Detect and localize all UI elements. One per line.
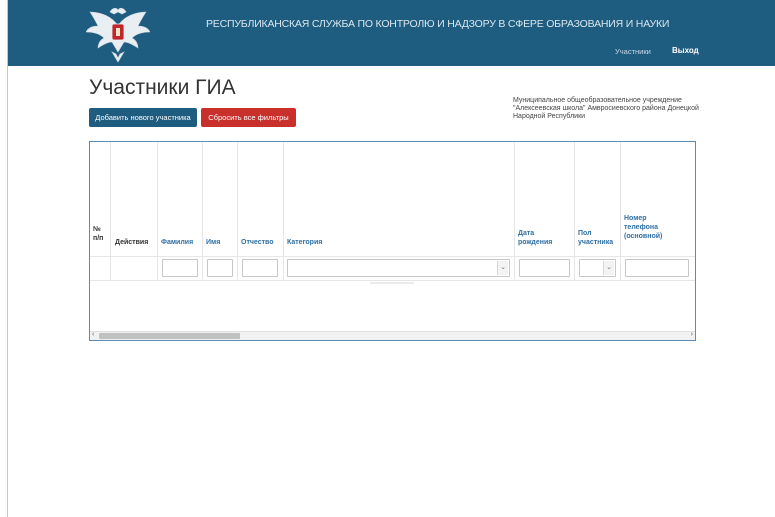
chevron-right-icon[interactable]: › (691, 331, 693, 338)
column-divider (283, 142, 284, 281)
column-divider (620, 142, 621, 281)
phone-filter-input[interactable] (625, 259, 689, 277)
column-header-phone[interactable]: Номер телефона (основной) (624, 214, 676, 241)
chevron-left-icon[interactable]: ‹ (92, 331, 94, 338)
organization-name: Муниципальное общеобразовательное учрежд… (513, 97, 699, 120)
coat-of-arms-logo (86, 7, 150, 63)
column-header-actions: Действия (115, 239, 149, 246)
page-title: Участники ГИА (89, 76, 236, 99)
column-header-name[interactable]: Имя (206, 238, 220, 247)
chevron-down-icon: ⌄ (497, 261, 508, 275)
column-divider (110, 142, 111, 281)
birth-date-filter-input[interactable] (519, 259, 570, 277)
column-header-gender[interactable]: Пол участника (578, 229, 618, 247)
chevron-down-icon: ⌄ (603, 261, 614, 275)
top-header: РЕСПУБЛИКАНСКАЯ СЛУЖБА ПО КОНТРОЛЮ И НАД… (8, 0, 775, 66)
add-participant-button[interactable]: Добавить нового участника (89, 108, 197, 127)
column-header-birth-date[interactable]: Дата рождения (518, 229, 554, 247)
column-divider (157, 142, 158, 281)
page-left-border (7, 0, 8, 517)
service-title: РЕСПУБЛИКАНСКАЯ СЛУЖБА ПО КОНТРОЛЮ И НАД… (206, 18, 670, 30)
name-filter-input[interactable] (207, 259, 233, 277)
reset-filters-button[interactable]: Сбросить все фильтры (201, 108, 296, 127)
column-divider (514, 142, 515, 281)
category-filter-select[interactable]: ⌄ (287, 259, 510, 277)
column-header-surname[interactable]: Фамилия (161, 238, 193, 247)
filter-row-divider (90, 256, 695, 257)
nav-participants-link[interactable]: Участники (615, 47, 651, 56)
loading-indicator (370, 282, 414, 284)
column-divider (574, 142, 575, 281)
participants-table: № п/п Действия Фамилия Имя Отчество Кате… (89, 141, 696, 341)
column-header-patronymic[interactable]: Отчество (241, 238, 274, 247)
column-header-category[interactable]: Категория (287, 238, 322, 247)
filter-row-bottom-divider (90, 280, 695, 281)
column-divider (237, 142, 238, 281)
horizontal-scrollbar[interactable]: ‹ › (90, 331, 695, 340)
column-header-number: № п/п (93, 226, 104, 242)
column-divider (202, 142, 203, 281)
gender-filter-select[interactable]: ⌄ (579, 259, 616, 277)
scrollbar-thumb[interactable] (99, 333, 240, 339)
surname-filter-input[interactable] (162, 259, 198, 277)
patronymic-filter-input[interactable] (242, 259, 278, 277)
logout-link[interactable]: Выход (672, 46, 699, 55)
